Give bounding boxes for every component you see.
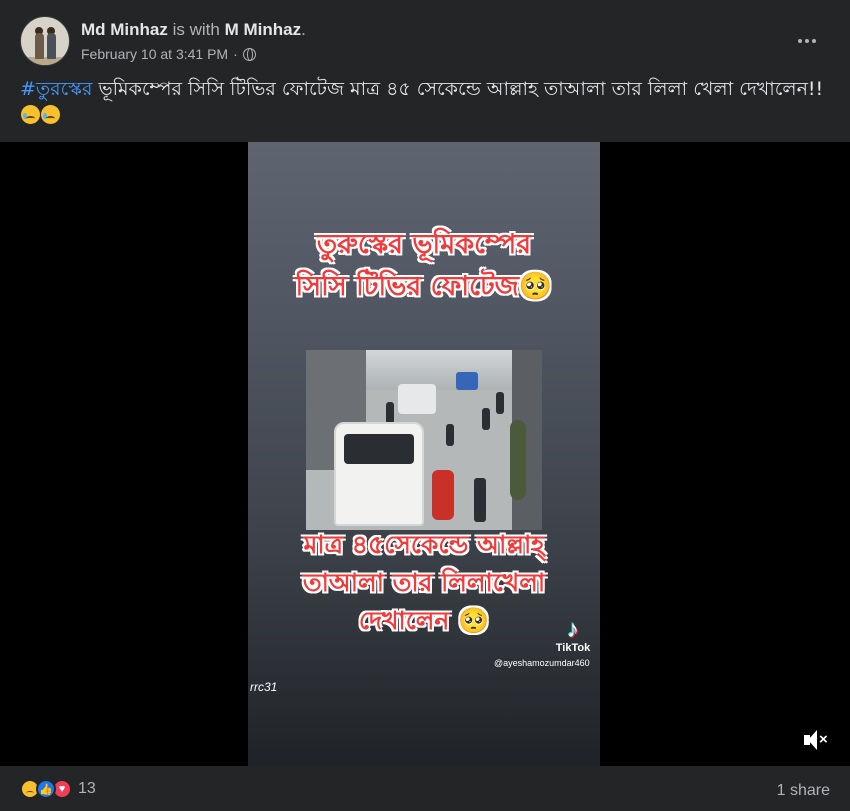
overlay-bottom-line: মাত্র ৪৫সেকেন্ডে আল্লাহ্ [303, 530, 545, 559]
crying-emoji-icon [21, 105, 40, 124]
tiktok-label: TikTok [555, 642, 591, 654]
caption-text: ভূমিকম্পের সিসি টিভির ফোটেজ মাত্র ৪৫ সেক… [92, 78, 824, 100]
with-text: is with [172, 20, 220, 39]
like-reaction-icon: 👍 [36, 779, 56, 799]
author-line: Md Minhaz is with M Minhaz. [81, 20, 306, 40]
tiktok-handle: @ayeshamozumdar460 [494, 658, 590, 668]
more-options-button[interactable] [790, 24, 824, 58]
facebook-post: Md Minhaz is with M Minhaz. February 10 … [0, 0, 850, 811]
crying-emoji-icon [41, 105, 60, 124]
tiktok-icon: ♪ [567, 616, 579, 643]
video-watermark: rrc31 [250, 680, 278, 694]
cctv-footage [306, 350, 542, 530]
dot-icon [798, 39, 802, 43]
overlay-title-line: তুরুস্কের ভূমিকম্পের [316, 229, 532, 260]
overlay-title-line: সিসি টিভির ফোটেজ🥺 [295, 271, 553, 302]
post-header: Md Minhaz is with M Minhaz. February 10 … [20, 14, 830, 70]
tagged-name[interactable]: M Minhaz [225, 20, 302, 39]
share-count[interactable]: 1 share [777, 782, 830, 800]
hashtag-link[interactable]: #তুরস্কের [20, 78, 92, 100]
reactions-summary[interactable]: 👍 ♥ 13 [20, 779, 96, 799]
video-overlay-title: তুরুস্কের ভূমিকম্পের সিসি টিভির ফোটেজ🥺 [248, 224, 600, 308]
post-footer: 👍 ♥ 13 1 share [20, 776, 830, 808]
dot-icon [812, 39, 816, 43]
meta-separator: · [233, 46, 238, 62]
post-timestamp[interactable]: February 10 at 3:41 PM [81, 46, 228, 62]
video-player[interactable]: তুরুস্কের ভূমিকম্পের সিসি টিভির ফোটেজ🥺 ম… [0, 142, 850, 766]
globe-icon[interactable] [242, 47, 256, 61]
tiktok-logo: ♪ TikTok [548, 616, 598, 655]
author-name[interactable]: Md Minhaz [81, 20, 168, 39]
muted-speaker-icon[interactable]: × [800, 726, 830, 754]
tagged-suffix: . [301, 20, 306, 39]
avatar[interactable] [20, 16, 70, 66]
post-caption: #তুরস্কের ভূমিকম্পের সিসি টিভির ফোটেজ মা… [20, 76, 830, 128]
reaction-count[interactable]: 13 [78, 780, 96, 798]
overlay-bottom-line: তাআলা তার লিলাখেলা [302, 568, 546, 597]
post-meta: February 10 at 3:41 PM · [81, 46, 256, 62]
dot-icon [805, 39, 809, 43]
video-frame[interactable]: তুরুস্কের ভূমিকম্পের সিসি টিভির ফোটেজ🥺 ম… [248, 142, 600, 766]
